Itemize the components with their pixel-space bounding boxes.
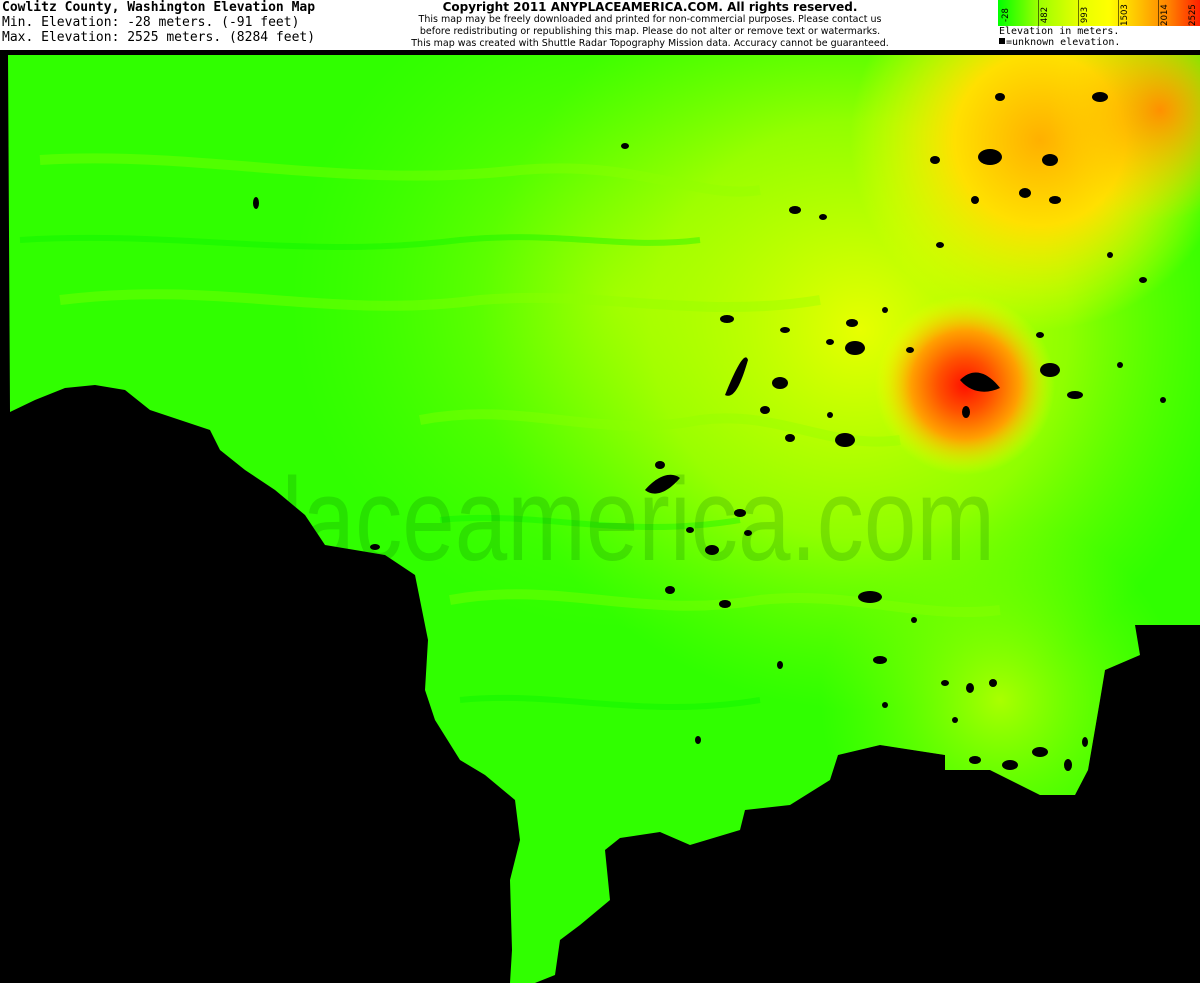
elevation-map-canvas: anyplaceamerica.com [0,50,1200,983]
copyright-notice: Copyright 2011 ANYPLACEAMERICA.COM. All … [400,0,900,50]
legend-tick: -28 [1000,8,1011,22]
legend-tick: 993 [1080,6,1091,24]
legend-tick: 2014 [1160,4,1171,26]
copyright-line-2: before redistributing or republishing th… [419,26,881,37]
min-elevation: Min. Elevation: -28 meters. (-91 feet) [2,15,300,30]
legend-color-bar: -28 482 993 1503 2014 2525 [998,0,1200,26]
copyright-line-3: This map was created with Shuttle Radar … [411,38,889,49]
elevation-map: anyplaceamerica.com [0,50,1200,983]
legend-tick: 1503 [1120,4,1131,26]
copyright-heading: Copyright 2011 ANYPLACEAMERICA.COM. All … [442,0,858,14]
legend-tick: 482 [1040,6,1051,24]
map-title: Cowlitz County, Washington Elevation Map [2,0,316,15]
max-elevation: Max. Elevation: 2525 meters. (8284 feet) [2,30,316,45]
unknown-swatch [999,38,1005,44]
elevation-legend: -28 482 993 1503 2014 2525 Elevation in … [998,0,1200,50]
legend-tick: 2525 [1188,4,1199,26]
legend-caption: Elevation in meters. [999,26,1120,37]
copyright-line-1: This map may be freely downloaded and pr… [418,14,882,25]
legend-unknown-entry: =unknown elevation. [999,37,1120,48]
map-header: Cowlitz County, Washington Elevation Map… [0,0,1200,50]
